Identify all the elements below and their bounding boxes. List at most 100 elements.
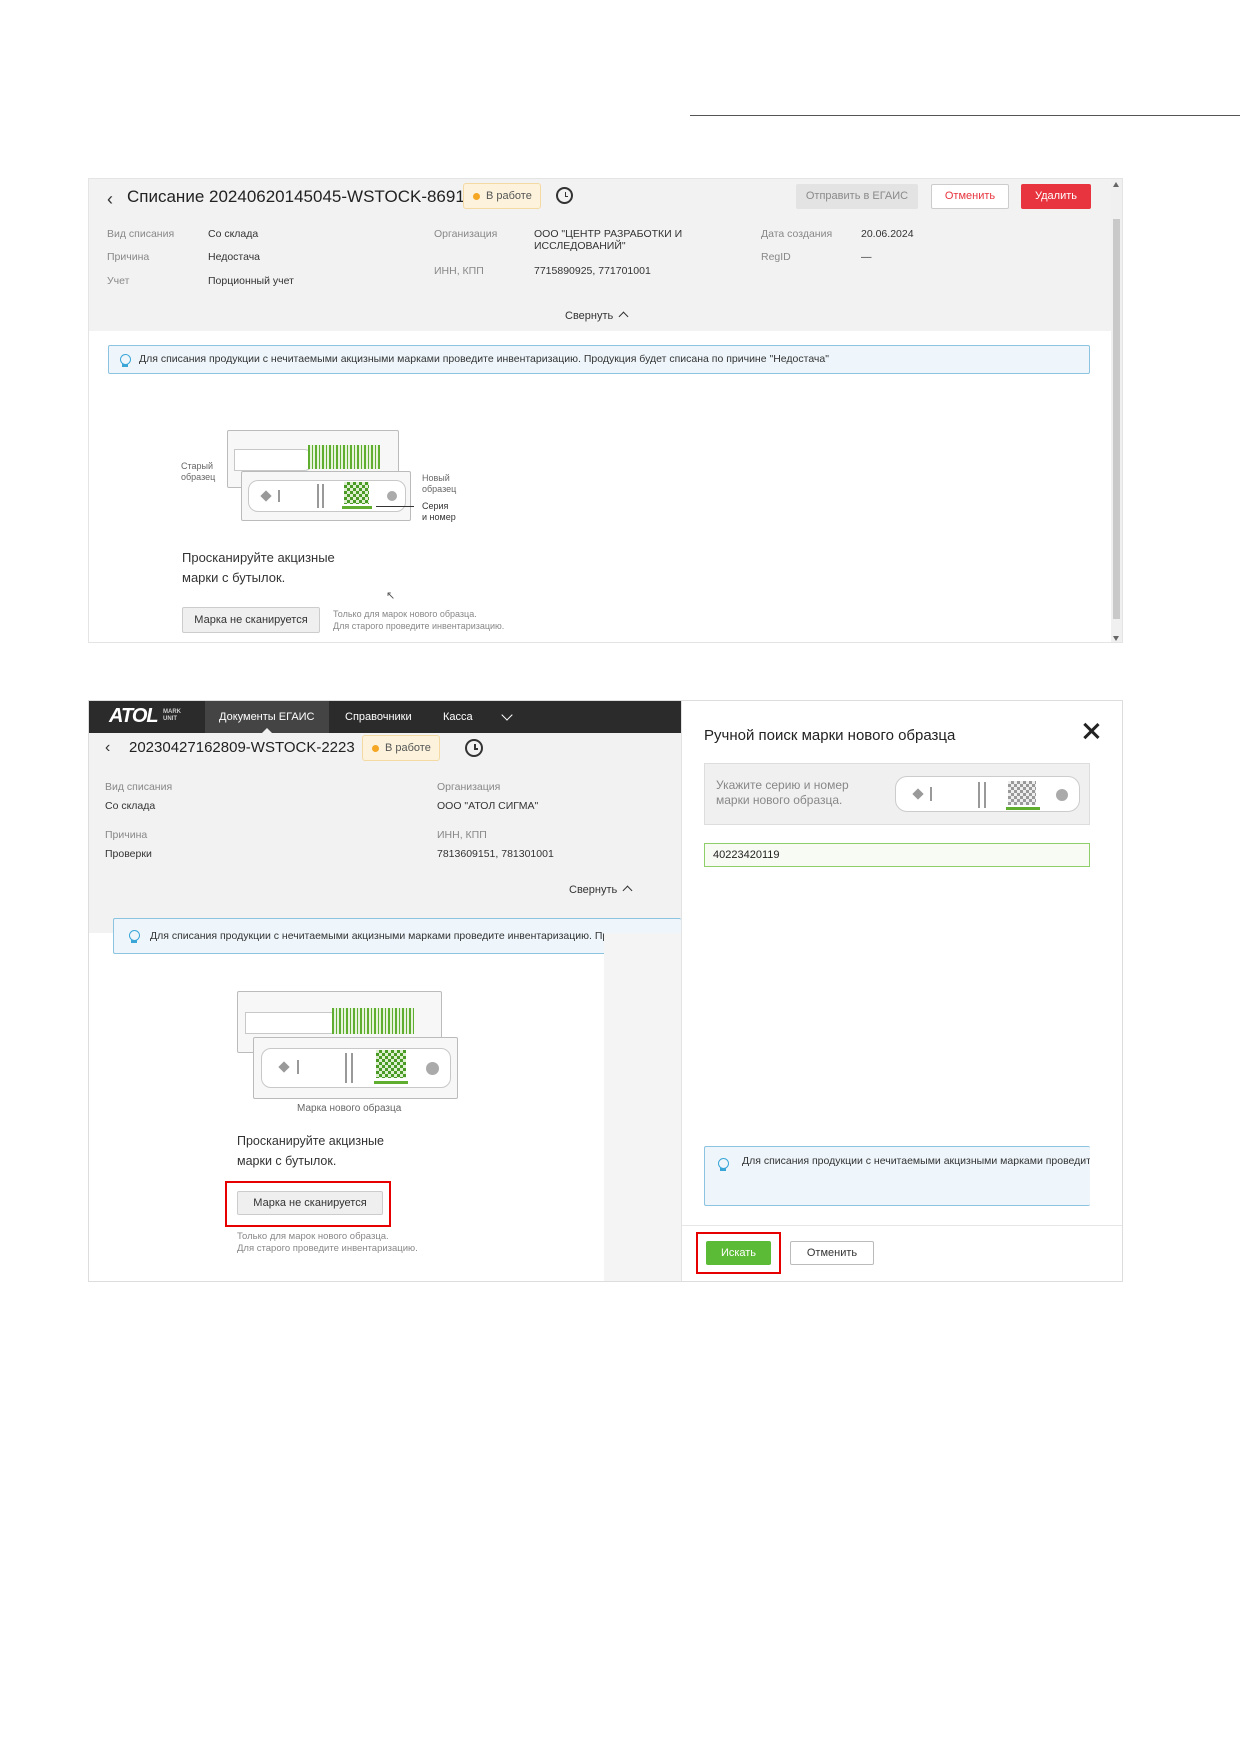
history-clock-icon[interactable]: [556, 187, 573, 204]
created-date-label: Дата создания: [761, 228, 833, 240]
writeoff-type-value: Со склада: [208, 228, 259, 240]
hint-text: Только для марок нового образца. Для стар…: [333, 609, 505, 631]
scrollbar-thumb[interactable]: [1113, 219, 1120, 619]
bottle-shape: [248, 480, 406, 512]
series-number-input[interactable]: [704, 843, 1090, 867]
hint-text: Только для марок нового образца. Для стар…: [237, 1231, 418, 1254]
datamatrix-code: [344, 482, 369, 504]
delete-button[interactable]: Удалить: [1021, 184, 1091, 209]
panel-cancel-button[interactable]: Отменить: [790, 1241, 874, 1265]
document-header: [89, 733, 681, 933]
inn-label: ИНН, КПП: [437, 829, 487, 841]
new-stamp-caption: Марка нового образца: [297, 1103, 402, 1114]
scan-instruction: Просканируйте акцизные марки с бутылок.: [182, 550, 335, 585]
bottle-shape: [245, 1012, 340, 1034]
created-date-value: 20.06.2024: [861, 228, 914, 240]
mouse-cursor-icon: ↖: [386, 590, 396, 602]
bottle-shape: [895, 776, 1080, 812]
collapse-toggle[interactable]: Свернуть: [569, 884, 633, 896]
send-egais-button[interactable]: Отправить в ЕГАИС: [796, 184, 918, 209]
panel-info-banner: Для списания продукции с нечитаемыми акц…: [704, 1146, 1090, 1206]
screenshot-writeoff-document: ‹ Списание 20240620145045-WSTOCK-8691 В …: [88, 178, 1123, 643]
organization-value: ООО "АТОЛ СИГМА": [437, 800, 539, 812]
writeoff-type-label: Вид списания: [107, 228, 175, 240]
status-dot-icon: [473, 192, 480, 200]
no-scan-button[interactable]: Марка не сканируется: [182, 607, 320, 633]
reason-label: Причина: [107, 251, 150, 263]
series-pointer-line: [376, 506, 414, 507]
organization-label: Организация: [437, 781, 501, 793]
info-banner: Для списания продукции с нечитаемыми акц…: [113, 918, 681, 954]
panel-footer-divider: [682, 1225, 1122, 1226]
scroll-down-icon[interactable]: [1113, 636, 1119, 641]
page-title: 20230427162809-WSTOCK-2223: [129, 739, 355, 756]
manual-search-panel: Ручной поиск марки нового образца Укажит…: [681, 701, 1122, 1281]
page-rule: [690, 115, 1240, 116]
collapse-toggle[interactable]: Свернуть: [565, 310, 629, 322]
series-number-caption: Серия и номер: [422, 501, 456, 522]
old-barcode: [308, 445, 380, 469]
panel-info-text: Для списания продукции с нечитаемыми акц…: [742, 1155, 1090, 1167]
chevron-down-icon[interactable]: [501, 709, 513, 721]
organization-value: ООО "ЦЕНТР РАЗРАБОТКИ И ИССЛЕДОВАНИЙ": [534, 228, 683, 252]
top-navbar: ATOL MARK UNIT Документы ЕГАИС Справочник…: [89, 701, 681, 733]
inn-value: 7715890925, 771701001: [534, 265, 651, 277]
help-box: Укажите серию и номер марки нового образц…: [704, 763, 1090, 825]
back-arrow-icon[interactable]: ‹: [107, 189, 113, 210]
accounting-value: Порционный учет: [208, 275, 294, 287]
regid-label: RegID: [761, 251, 791, 263]
logo-subtitle: MARK UNIT: [163, 709, 181, 722]
old-sample-caption: Старый образец: [181, 461, 216, 482]
close-icon[interactable]: [1079, 719, 1103, 743]
new-stamp-illustration: [241, 471, 411, 521]
lightbulb-icon: [128, 929, 140, 944]
tab-cash[interactable]: Касса: [429, 701, 487, 733]
history-clock-icon[interactable]: [465, 739, 483, 757]
circle-mark: [1056, 789, 1068, 801]
datamatrix-code: [376, 1050, 406, 1078]
bar-mark: [345, 1053, 347, 1083]
help-text: Укажите серию и номер марки нового образц…: [716, 778, 849, 807]
bottle-shape: [234, 449, 314, 471]
chevron-up-icon: [622, 885, 633, 896]
atol-logo: ATOL: [109, 705, 159, 727]
status-label: В работе: [486, 190, 532, 202]
tab-egais-documents[interactable]: Документы ЕГАИС: [205, 701, 329, 733]
reason-label: Причина: [105, 829, 148, 841]
datamatrix-code: [1008, 781, 1036, 805]
collapse-label: Свернуть: [569, 884, 618, 896]
series-underline: [1006, 807, 1040, 810]
reason-value: Проверки: [105, 848, 152, 860]
status-badge: В работе: [362, 735, 440, 761]
bar-mark: [278, 490, 280, 502]
cancel-button[interactable]: Отменить: [931, 184, 1009, 209]
document-header: ‹ Списание 20240620145045-WSTOCK-8691 В …: [89, 179, 1111, 331]
bar-mark: [930, 787, 932, 801]
panel-title: Ручной поиск марки нового образца: [704, 727, 956, 744]
vertical-scrollbar[interactable]: [1111, 179, 1122, 642]
bottle-shape: [261, 1048, 451, 1088]
collapse-label: Свернуть: [565, 310, 614, 322]
tab-references[interactable]: Справочники: [331, 701, 426, 733]
status-label: В работе: [385, 742, 431, 754]
screenshot-manual-search: ATOL MARK UNIT Документы ЕГАИС Справочник…: [88, 700, 1123, 1282]
series-underline: [342, 506, 372, 509]
writeoff-type-label: Вид списания: [105, 781, 173, 793]
regid-value: —: [861, 251, 872, 263]
scan-instruction: Просканируйте акцизные марки с бутылок.: [237, 1134, 384, 1168]
status-badge: В работе: [463, 183, 541, 209]
highlight-frame: [225, 1181, 391, 1227]
lightbulb-icon: [119, 353, 131, 368]
page-title: Списание 20240620145045-WSTOCK-8691: [127, 187, 465, 206]
bar-mark: [978, 782, 980, 808]
writeoff-type-value: Со склада: [105, 800, 156, 812]
scroll-up-icon[interactable]: [1113, 182, 1119, 187]
bar-mark: [297, 1060, 299, 1074]
chevron-up-icon: [618, 311, 629, 322]
back-arrow-icon[interactable]: ‹: [105, 739, 110, 757]
diamond-mark: [912, 788, 924, 800]
inn-value: 7813609151, 781301001: [437, 848, 554, 860]
highlight-frame: [696, 1232, 781, 1274]
lightbulb-icon: [717, 1157, 729, 1172]
bar-mark: [322, 484, 324, 508]
